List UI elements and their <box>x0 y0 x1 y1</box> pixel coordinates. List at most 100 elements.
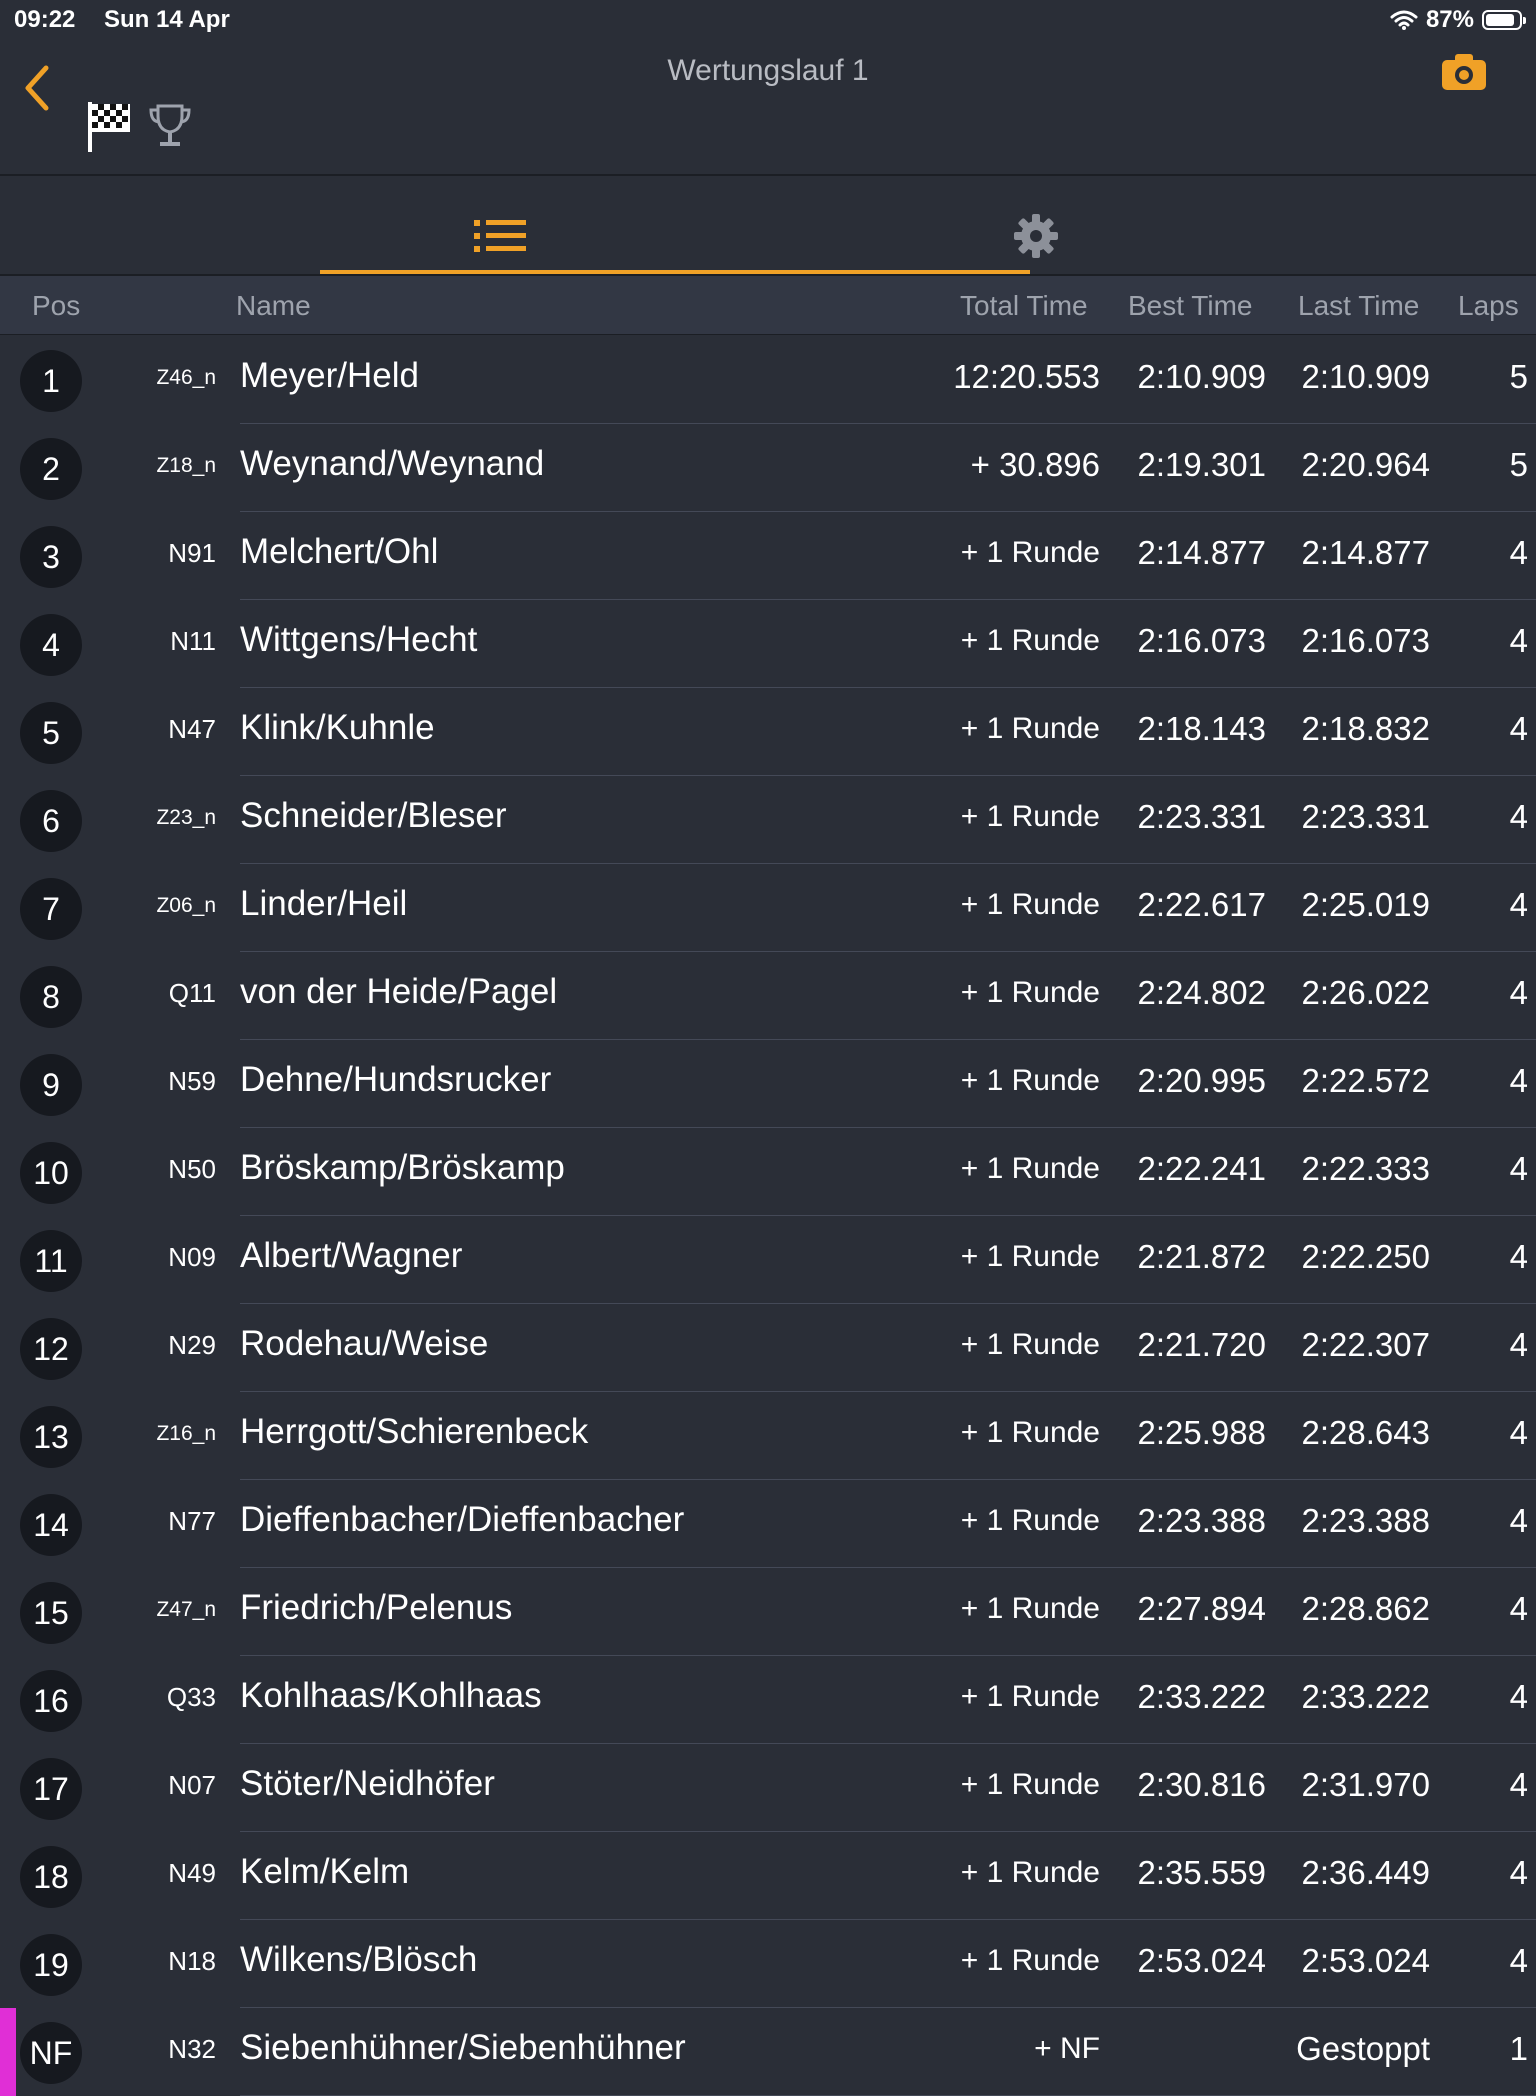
car-number: Z18_n <box>156 454 216 477</box>
car-number: N77 <box>168 1506 216 1536</box>
table-row[interactable]: 8 Q11 von der Heide/Pagel + 1 Runde 2:24.802… <box>0 952 1536 1040</box>
position-badge: 17 <box>20 1758 82 1820</box>
table-row[interactable]: 3 N91 Melchert/Ohl + 1 Runde 2:14.877 2:14.87… <box>0 512 1536 600</box>
header-name[interactable]: Name <box>236 290 311 322</box>
best-time: 2:18.143 <box>1137 710 1266 747</box>
position-badge: 12 <box>20 1318 82 1380</box>
table-row[interactable]: 2 Z18_n Weynand/Weynand + 30.896 2:19.301 2:2… <box>0 424 1536 512</box>
page-title: Wertungslauf 1 <box>667 54 869 87</box>
table-row[interactable]: 12 N29 Rodehau/Weise + 1 Runde 2:21.720 2:22.… <box>0 1304 1536 1392</box>
table-row[interactable]: 11 N09 Albert/Wagner + 1 Runde 2:21.872 2:22.… <box>0 1216 1536 1304</box>
camera-button[interactable] <box>1440 50 1488 94</box>
best-time: 2:10.909 <box>1137 358 1266 395</box>
total-time: + 30.896 <box>970 446 1100 483</box>
header-best-time[interactable]: Best Time <box>1128 290 1252 322</box>
position-badge: 5 <box>20 702 82 764</box>
position-badge: 11 <box>20 1230 82 1292</box>
table-row[interactable]: 14 N77 Dieffenbacher/Dieffenbacher + 1 Rund… <box>0 1480 1536 1568</box>
best-time: 2:22.241 <box>1137 1150 1266 1187</box>
status-indicators: 87% <box>1390 6 1526 34</box>
car-number: N91 <box>168 538 216 568</box>
position-badge: 2 <box>20 438 82 500</box>
car-number: N47 <box>168 714 216 744</box>
last-time: 2:22.572 <box>1301 1062 1430 1099</box>
best-time: 2:25.988 <box>1137 1414 1266 1451</box>
car-number: N32 <box>168 2034 216 2064</box>
tab-results-list[interactable] <box>320 176 1030 274</box>
best-time: 2:20.995 <box>1137 1062 1266 1099</box>
status-bar: 09:22 Sun 14 Apr 87% <box>0 0 1536 40</box>
header-laps[interactable]: Laps <box>1458 290 1519 322</box>
active-tab-indicator <box>320 270 1030 274</box>
position-badge: 6 <box>20 790 82 852</box>
last-time: 2:36.449 <box>1301 1854 1430 1891</box>
driver-names: Kohlhaas/Kohlhaas <box>240 1676 542 1715</box>
camera-icon <box>1442 54 1486 90</box>
table-row[interactable]: 10 N50 Bröskamp/Bröskamp + 1 Runde 2:22.241 2… <box>0 1128 1536 1216</box>
best-time: 2:22.617 <box>1137 886 1266 923</box>
last-time: 2:18.832 <box>1301 710 1430 747</box>
car-number: N11 <box>170 626 216 656</box>
table-row[interactable]: 7 Z06_n Linder/Heil + 1 Runde 2:22.617 2:25.0… <box>0 864 1536 952</box>
checkered-flag-icon[interactable] <box>86 100 132 154</box>
dnf-marker <box>0 2008 16 2096</box>
table-row[interactable]: 15 Z47_n Friedrich/Pelenus + 1 Runde 2:27.89… <box>0 1568 1536 1656</box>
trophy-icon[interactable] <box>148 102 192 150</box>
laps-count: 4 <box>1509 1502 1528 1539</box>
laps-count: 4 <box>1509 622 1528 659</box>
table-row[interactable]: 6 Z23_n Schneider/Bleser + 1 Runde 2:23.331 2… <box>0 776 1536 864</box>
last-time: 2:23.331 <box>1301 798 1430 835</box>
header-total-time[interactable]: Total Time <box>960 290 1088 322</box>
gear-icon <box>1014 214 1058 258</box>
position-badge: 10 <box>20 1142 82 1204</box>
table-row[interactable]: 1 Z46_n Meyer/Held 12:20.553 2:10.909 2:10.90… <box>0 336 1536 424</box>
list-icon <box>474 220 526 252</box>
driver-names: Melchert/Ohl <box>240 532 439 571</box>
driver-names: Bröskamp/Bröskamp <box>240 1148 565 1187</box>
best-time: 2:23.331 <box>1137 798 1266 835</box>
wifi-icon <box>1390 10 1418 30</box>
last-time: Gestoppt <box>1296 2030 1430 2067</box>
driver-names: Herrgott/Schierenbeck <box>240 1412 589 1451</box>
table-row[interactable]: 4 N11 Wittgens/Hecht + 1 Runde 2:16.073 2:16.… <box>0 600 1536 688</box>
laps-count: 4 <box>1509 1238 1528 1275</box>
table-row[interactable]: 16 Q33 Kohlhaas/Kohlhaas + 1 Runde 2:33.222 2… <box>0 1656 1536 1744</box>
navigation-bar: Wertungslauf 1 <box>0 40 1536 176</box>
laps-count: 5 <box>1509 358 1528 395</box>
table-row[interactable]: 5 N47 Klink/Kuhnle + 1 Runde 2:18.143 2:18.83… <box>0 688 1536 776</box>
total-time: + 1 Runde <box>960 1240 1100 1273</box>
car-number: Z47_n <box>156 1598 216 1621</box>
table-row[interactable]: 19 N18 Wilkens/Blösch + 1 Runde 2:53.024 2:53… <box>0 1920 1536 2008</box>
driver-names: Dehne/Hundsrucker <box>240 1060 552 1099</box>
position-badge: 3 <box>20 526 82 588</box>
header-last-time[interactable]: Last Time <box>1298 290 1419 322</box>
tab-settings[interactable] <box>1010 176 1062 274</box>
table-row[interactable]: 18 N49 Kelm/Kelm + 1 Runde 2:35.559 2:36.449 4 <box>0 1832 1536 1920</box>
position-badge: 19 <box>20 1934 82 1996</box>
header-pos[interactable]: Pos <box>32 290 80 322</box>
last-time: 2:53.024 <box>1301 1942 1430 1979</box>
position-badge: 13 <box>20 1406 82 1468</box>
driver-names: Albert/Wagner <box>240 1236 463 1275</box>
last-time: 2:25.019 <box>1301 886 1430 923</box>
total-time: + 1 Runde <box>960 1680 1100 1713</box>
position-badge: 14 <box>20 1494 82 1556</box>
table-row[interactable]: 17 N07 Stöter/Neidhöfer + 1 Runde 2:30.816 2:… <box>0 1744 1536 1832</box>
total-time: + 1 Runde <box>960 1768 1100 1801</box>
car-number: N49 <box>168 1858 216 1888</box>
status-time: 09:22 <box>14 6 76 33</box>
best-time: 2:21.720 <box>1137 1326 1266 1363</box>
position-badge: NF <box>20 2022 82 2084</box>
best-time: 2:24.802 <box>1137 974 1266 1011</box>
battery-level <box>1486 14 1514 26</box>
table-row[interactable]: NF N32 Siebenhühner/Siebenhühner + NF Gestop… <box>0 2008 1536 2096</box>
total-time: + 1 Runde <box>960 1328 1100 1361</box>
laps-count: 4 <box>1509 886 1528 923</box>
driver-names: Klink/Kuhnle <box>240 708 435 747</box>
best-time: 2:14.877 <box>1137 534 1266 571</box>
driver-names: Rodehau/Weise <box>240 1324 489 1363</box>
table-row[interactable]: 9 N59 Dehne/Hundsrucker + 1 Runde 2:20.995 2:… <box>0 1040 1536 1128</box>
driver-names: Friedrich/Pelenus <box>240 1588 513 1627</box>
view-tabs <box>0 176 1536 276</box>
table-row[interactable]: 13 Z16_n Herrgott/Schierenbeck + 1 Runde 2:2… <box>0 1392 1536 1480</box>
